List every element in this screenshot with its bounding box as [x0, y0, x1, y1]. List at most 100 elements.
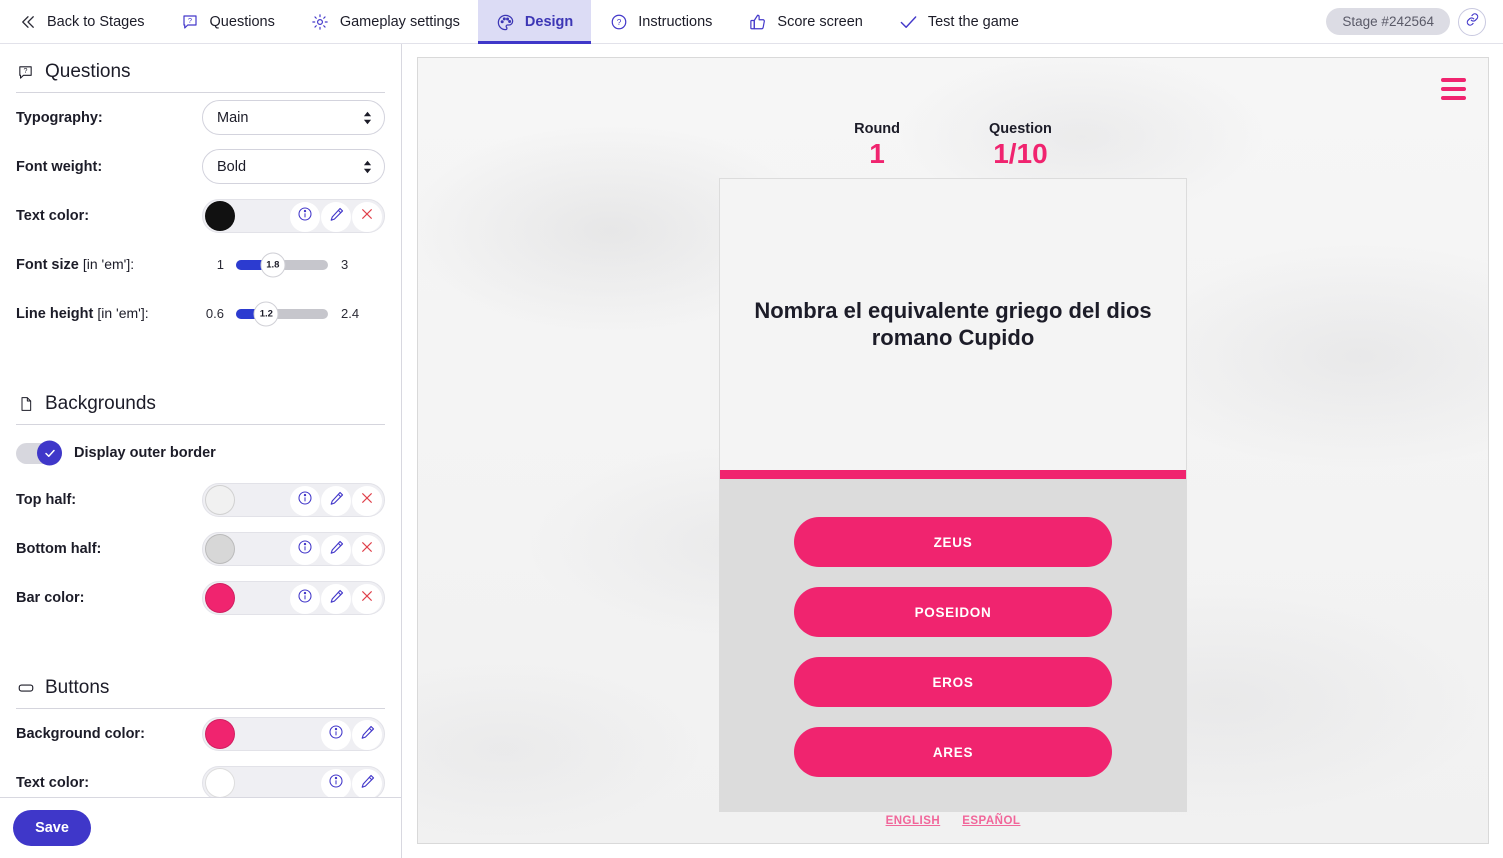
nav-item-gameplay-settings[interactable]: Gameplay settings [293, 0, 478, 44]
close-x-icon [359, 539, 375, 560]
check-icon [899, 13, 918, 32]
info-button[interactable] [321, 768, 351, 797]
display-outer-border-row: Display outer border [16, 431, 385, 475]
clear-button[interactable] [352, 485, 382, 516]
font-size-max: 3 [341, 257, 349, 272]
sidebar-scroll-area: ? Questions Typography: Main Font weight… [0, 44, 401, 797]
nav-label: Back to Stages [47, 14, 145, 30]
color-swatch[interactable] [205, 533, 235, 564]
section-title: Backgrounds [45, 393, 156, 414]
section-header-buttons: Buttons [16, 660, 385, 699]
nav-item-instructions[interactable]: ? Instructions [591, 0, 730, 44]
section-header-questions: ? Questions [16, 44, 385, 83]
info-icon [297, 539, 313, 560]
info-button[interactable] [321, 719, 351, 750]
nav-item-questions[interactable]: ? Questions [163, 0, 293, 44]
edit-button[interactable] [321, 534, 351, 565]
language-link-espanol[interactable]: ESPAÑOL [962, 815, 1020, 827]
nav-label: Instructions [638, 14, 713, 30]
edit-button[interactable] [321, 485, 351, 516]
stage-badge[interactable]: Stage #242564 [1326, 8, 1450, 35]
info-button[interactable] [290, 583, 320, 614]
nav-item-back-to-stages[interactable]: Back to Stages [0, 0, 163, 44]
font-weight-select[interactable]: Bold [202, 149, 385, 184]
display-outer-border-toggle[interactable] [16, 440, 62, 466]
font-size-slider[interactable]: 1.8 [236, 252, 328, 277]
info-button[interactable] [290, 534, 320, 565]
setting-row-typography: Typography: Main [16, 93, 385, 142]
hamburger-bar [1441, 78, 1466, 82]
line-height-label: Line height [in 'em']: [16, 305, 202, 322]
question-card: Nombra el equivalente griego del dios ro… [719, 178, 1187, 812]
answer-button[interactable]: ARES [794, 727, 1112, 777]
info-button[interactable] [290, 485, 320, 516]
svg-text:?: ? [616, 18, 621, 27]
close-x-icon [359, 206, 375, 227]
line-height-unit: [in 'em']: [97, 305, 149, 321]
info-icon [328, 773, 344, 794]
pencil-icon [328, 206, 345, 228]
color-control-actions [321, 768, 382, 797]
answer-button[interactable]: EROS [794, 657, 1112, 707]
typography-label: Typography: [16, 109, 103, 126]
slider-knob[interactable]: 1.8 [260, 252, 286, 277]
save-button[interactable]: Save [13, 810, 91, 846]
color-swatch[interactable] [205, 767, 235, 797]
font-size-unit: [in 'em']: [82, 256, 135, 272]
bottom-half-label: Bottom half: [16, 540, 102, 557]
question-bubble-icon: ? [16, 63, 35, 82]
font-size-min: 1 [216, 257, 224, 272]
answers-area: ZEUS POSEIDON EROS ARES [720, 479, 1186, 811]
line-height-slider-wrap: 0.6 1.2 2.4 [202, 301, 362, 326]
setting-row-font-weight: Font weight: Bold [16, 142, 385, 191]
nav-label: Questions [209, 14, 275, 30]
nav-item-test-the-game[interactable]: Test the game [881, 0, 1037, 44]
line-height-slider[interactable]: 1.2 [236, 301, 328, 326]
chevron-updown-icon [363, 111, 372, 124]
edit-button[interactable] [321, 583, 351, 614]
setting-row-line-height: Line height [in 'em']: 0.6 1.2 2.4 [16, 289, 385, 338]
color-swatch[interactable] [205, 484, 235, 515]
toggle-knob [37, 440, 62, 466]
hamburger-menu-icon[interactable] [1441, 78, 1466, 100]
color-swatch[interactable] [205, 582, 235, 613]
clear-button[interactable] [352, 201, 382, 232]
font-weight-label: Font weight: [16, 158, 103, 175]
bar-color-control [202, 580, 385, 615]
document-icon [16, 395, 35, 414]
language-link-english[interactable]: ENGLISH [886, 815, 941, 827]
nav-item-design[interactable]: Design [477, 0, 592, 44]
font-weight-value: Bold [217, 158, 247, 175]
nav-item-score-screen[interactable]: Score screen [730, 0, 880, 44]
nav-label: Test the game [927, 14, 1019, 30]
typography-select[interactable]: Main [202, 100, 385, 135]
edit-button[interactable] [321, 201, 351, 232]
section-header-backgrounds: Backgrounds [16, 376, 385, 415]
edit-button[interactable] [352, 719, 382, 750]
section-title: Questions [45, 61, 131, 82]
svg-text:?: ? [188, 16, 192, 25]
info-icon [297, 588, 313, 609]
font-size-label: Font size [in 'em']: [16, 256, 202, 273]
clear-button[interactable] [352, 583, 382, 614]
color-swatch[interactable] [205, 718, 235, 749]
color-control-actions [290, 201, 382, 232]
slider-knob[interactable]: 1.2 [253, 301, 279, 326]
answer-button[interactable]: POSEIDON [794, 587, 1112, 637]
clear-button[interactable] [352, 534, 382, 565]
edit-button[interactable] [352, 768, 382, 797]
color-swatch[interactable] [205, 200, 235, 231]
question-value: 1/10 [993, 138, 1048, 170]
color-control-actions [290, 485, 382, 516]
chevron-left-double-icon [18, 13, 37, 32]
answer-button[interactable]: ZEUS [794, 517, 1112, 567]
link-button[interactable] [1458, 7, 1486, 36]
info-button[interactable] [290, 201, 320, 232]
questions-text-color-control [202, 198, 385, 233]
top-navigation-bar: Back to Stages ? Questions Gameplay sett… [0, 0, 1503, 44]
nav-label: Gameplay settings [339, 14, 460, 30]
link-icon [1465, 12, 1480, 32]
